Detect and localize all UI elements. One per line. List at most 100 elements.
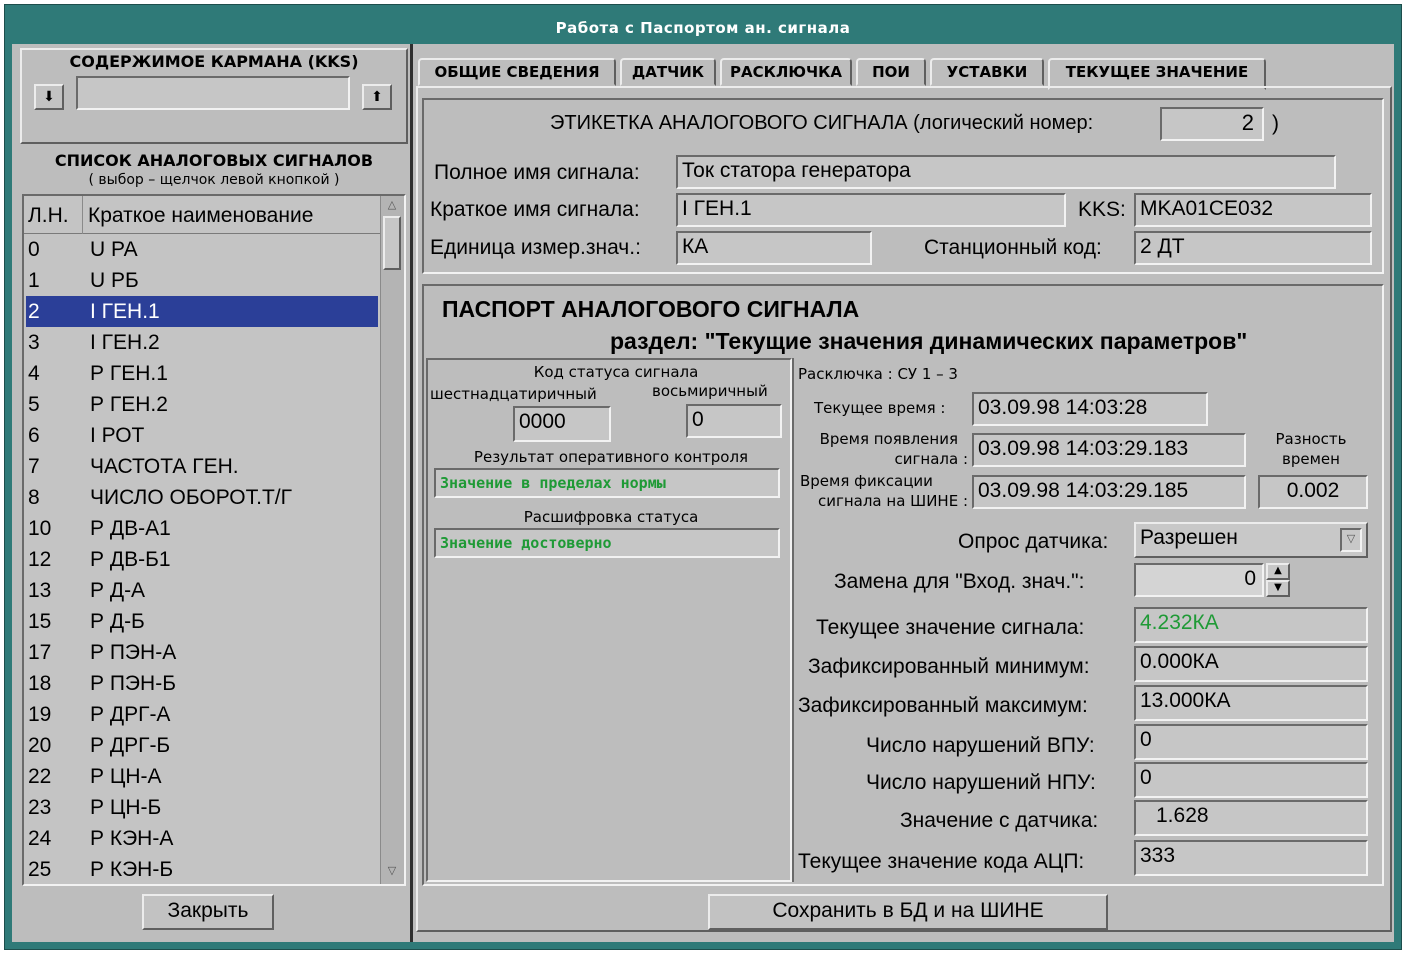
appear-time-field: 03.09.98 14:03:29.183	[972, 433, 1246, 467]
label-header: ЭТИКЕТКА АНАЛОГОВОГО СИГНАЛА (логический…	[550, 112, 1094, 134]
list-scrollbar[interactable]: △ ▽	[380, 196, 404, 884]
npu-violations-label: Число нарушений НПУ:	[866, 771, 1096, 794]
tab-poi[interactable]: ПОИ	[856, 58, 926, 86]
max-value-field: 13.000КА	[1134, 685, 1368, 721]
poll-label: Опрос датчика:	[958, 530, 1109, 553]
list-item-number: 0	[28, 238, 40, 261]
column-divider	[82, 196, 83, 234]
list-item-number: 25	[28, 858, 52, 881]
unit-label: Единица измер.знач.:	[430, 236, 641, 259]
list-item[interactable]: 0 U РА	[26, 234, 378, 265]
list-item[interactable]: 7 ЧАСТОТА ГЕН.	[26, 451, 378, 482]
list-item[interactable]: 17 Р ПЭН-А	[26, 637, 378, 668]
sensor-value-label: Значение с датчика:	[900, 809, 1099, 832]
poll-select-value: Разрешен	[1140, 526, 1238, 549]
bus-time-label-2: сигнала на ШИНЕ :	[817, 492, 968, 510]
list-item-number: 20	[28, 734, 52, 757]
unit-field[interactable]: КА	[676, 231, 872, 265]
list-item[interactable]: 3 I ГЕН.2	[26, 327, 378, 358]
list-item[interactable]: 15 Р Д-Б	[26, 606, 378, 637]
list-item-name: Р КЭН-Б	[90, 858, 174, 881]
window-title: Работа с Паспортом ан. сигнала	[12, 12, 1394, 44]
signal-rows: 0 U РА 1 U РБ 2 I ГЕН.1 3 I ГЕН.2 4 Р ГЕН.1 5 Р ГЕН…	[24, 234, 380, 884]
save-button[interactable]: Сохранить в БД и на ШИНЕ	[708, 894, 1108, 930]
list-item-name: ЧИСЛО ОБОРОТ.Т/Г	[90, 486, 292, 509]
list-item-number: 22	[28, 765, 52, 788]
appear-time-label: Время появления	[819, 430, 958, 448]
adc-code-field: 333	[1134, 840, 1368, 876]
scroll-up-arrow-icon[interactable]: △	[384, 198, 400, 212]
replace-value-field[interactable]: 0	[1134, 563, 1264, 597]
signal-list[interactable]: Л.Н. Краткое наименование 0 U РА 1 U РБ 2 I Г…	[22, 194, 406, 886]
list-item[interactable]: 20 Р ДРГ-Б	[26, 730, 378, 761]
chevron-down-icon[interactable]: ▽	[1340, 528, 1362, 552]
list-item-number: 4	[28, 362, 40, 385]
npu-violations-field: 0	[1134, 762, 1368, 798]
status-decode-field: Значение достоверно	[434, 528, 780, 558]
list-item[interactable]: 5 Р ГЕН.2	[26, 389, 378, 420]
list-item[interactable]: 12 Р ДВ-Б1	[26, 544, 378, 575]
tab-general[interactable]: ОБЩИЕ СВЕДЕНИЯ	[418, 58, 616, 86]
scroll-down-arrow-icon[interactable]: ▽	[384, 864, 400, 878]
column-header-name: Краткое наименование	[88, 204, 314, 227]
list-item[interactable]: 18 Р ПЭН-Б	[26, 668, 378, 699]
arrow-down-icon: ⬇	[43, 88, 55, 104]
list-item[interactable]: 25 Р КЭН-Б	[26, 854, 378, 884]
spin-down-icon[interactable]: ▼	[1266, 580, 1290, 597]
scrollbar-thumb[interactable]	[383, 216, 401, 270]
close-button[interactable]: Закрыть	[142, 894, 274, 930]
tab-setpoints[interactable]: УСТАВКИ	[930, 58, 1044, 86]
short-name-label: Краткое имя сигнала:	[430, 198, 640, 221]
current-time-label: Текущее время :	[814, 399, 946, 417]
list-item[interactable]: 19 Р ДРГ-А	[26, 699, 378, 730]
short-name-field[interactable]: I ГЕН.1	[676, 193, 1066, 227]
full-name-field[interactable]: Ток статора генератора	[676, 155, 1336, 189]
vpu-violations-field: 0	[1134, 724, 1368, 760]
list-item-name: U РА	[90, 238, 138, 261]
list-item-name: Р ДВ-А1	[90, 517, 171, 540]
full-name-label: Полное имя сигнала:	[434, 161, 640, 184]
list-item[interactable]: 4 Р ГЕН.1	[26, 358, 378, 389]
spin-up-icon[interactable]: ▲	[1266, 563, 1290, 580]
hex-status-field[interactable]: 0000	[513, 406, 611, 442]
pocket-title: СОДЕРЖИМОЕ КАРМАНА (KKS)	[69, 52, 359, 71]
list-item[interactable]: 8 ЧИСЛО ОБОРОТ.Т/Г	[26, 482, 378, 513]
replace-value-spinner[interactable]: ▲ ▼	[1266, 563, 1290, 597]
tab-wiring[interactable]: РАСКЛЮЧКА	[720, 58, 852, 86]
time-diff-field: 0.002	[1258, 475, 1368, 509]
octal-status-field[interactable]: 0	[686, 404, 782, 438]
list-item[interactable]: 24 Р КЭН-А	[26, 823, 378, 854]
list-item-name: ЧАСТОТА ГЕН.	[90, 455, 239, 478]
list-item[interactable]: 1 U РБ	[26, 265, 378, 296]
list-item-name: Р Д-А	[90, 579, 146, 602]
list-item[interactable]: 22 Р ЦН-А	[26, 761, 378, 792]
poll-select[interactable]: Разрешен ▽	[1134, 522, 1368, 558]
upload-button[interactable]: ⬆	[362, 84, 392, 110]
list-item[interactable]: 13 Р Д-А	[26, 575, 378, 606]
pocket-kks-field[interactable]	[76, 76, 350, 110]
signal-list-title: СПИСОК АНАЛОГОВЫХ СИГНАЛОВ	[54, 151, 374, 170]
hex-label: шестнадцатиричный	[430, 385, 597, 403]
max-label: Зафиксированный максимум:	[798, 694, 1088, 717]
tab-sensor[interactable]: ДАТЧИК	[620, 58, 716, 86]
min-value-field: 0.000КА	[1134, 646, 1368, 682]
list-item[interactable]: 23 Р ЦН-Б	[26, 792, 378, 823]
download-button[interactable]: ⬇	[34, 84, 64, 110]
list-item-name: Р Д-Б	[90, 610, 145, 633]
station-code-field[interactable]: 2 ДТ	[1134, 231, 1372, 265]
list-item-number: 10	[28, 517, 52, 540]
current-time-field: 03.09.98 14:03:28	[972, 392, 1208, 426]
list-item-number: 12	[28, 548, 52, 571]
list-item-name: I ГЕН.1	[90, 300, 160, 323]
kks-field[interactable]: MKA01CE032	[1134, 193, 1372, 227]
control-title: Результат оперативного контроля	[473, 448, 749, 466]
list-item-name: Р ПЭН-А	[90, 641, 177, 664]
list-item[interactable]: 10 Р ДВ-А1	[26, 513, 378, 544]
list-item-number: 5	[28, 393, 40, 416]
list-item[interactable]: 6 I РОТ	[26, 420, 378, 451]
list-item[interactable]: 2 I ГЕН.1	[26, 296, 378, 327]
signal-list-header: Л.Н. Краткое наименование	[24, 196, 380, 234]
logical-number-field[interactable]: 2	[1160, 107, 1264, 141]
list-item-number: 1	[28, 269, 40, 292]
list-item-number: 2	[28, 300, 40, 323]
